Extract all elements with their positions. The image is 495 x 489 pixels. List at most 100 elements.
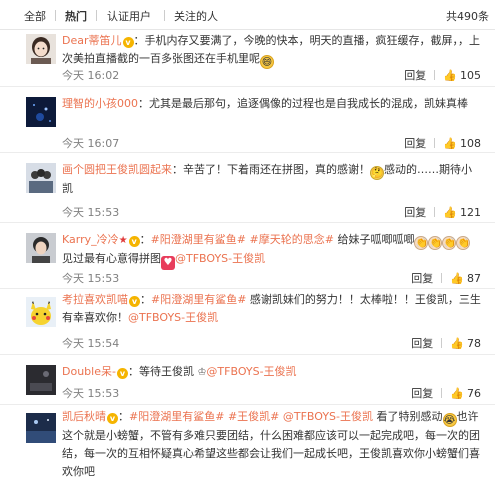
clap-emoji-icon: 👏 — [428, 236, 443, 250]
username-link[interactable]: 理智的小孩000 — [62, 97, 138, 110]
avatar-boy-icon[interactable] — [26, 233, 56, 263]
avatar-pikachu-icon[interactable] — [26, 297, 56, 327]
topic-link[interactable]: #王俊凯# — [228, 410, 279, 423]
reply-button[interactable]: 回复 — [411, 337, 433, 350]
thumbs-up-icon: 👍 — [450, 272, 464, 285]
username-link[interactable]: Double呆- — [62, 365, 116, 378]
avatar-dark-icon[interactable] — [26, 365, 56, 395]
clap-emoji-icon: 👏 — [456, 236, 471, 250]
reply-button[interactable]: 回复 — [411, 272, 433, 285]
comment-text: Double呆-v ：等待王俊凯 ♔@TFBOYS-王俊凯 — [62, 363, 481, 382]
vip-badge-icon: v — [107, 413, 118, 424]
vip-badge-icon: v — [128, 236, 140, 247]
comment-tabs: 全部 热门 认证用户 关注的人 共490条 — [0, 0, 495, 30]
laugh-emoji-icon: 😄 — [260, 55, 274, 69]
thumbs-up-icon: 👍 — [450, 387, 464, 400]
username-link[interactable]: 画个圆把王俊凯圆起来 — [62, 163, 172, 176]
comment-content: ： — [139, 233, 151, 246]
topic-link[interactable]: #阳澄湖里有鲨鱼# — [129, 410, 224, 423]
comment-text: 画个圆把王俊凯圆起来：辛苦了！下着雨还在拼图，真的感谢！🤔感动的……期待小凯 — [62, 161, 481, 198]
avatar-group-icon[interactable] — [26, 163, 56, 193]
crying-emoji-icon: 😭 — [442, 413, 457, 427]
tab-divider — [96, 10, 97, 21]
comment-actions: 回复 👍 108 — [404, 135, 481, 151]
comment-content: ：辛苦了！下着雨还在拼图，真的感谢！ — [172, 163, 370, 176]
thumbs-up-icon: 👍 — [443, 137, 457, 150]
star-badge-icon: ★ — [118, 235, 128, 246]
comment-content: ：等待王俊凯 — [127, 365, 198, 378]
reply-button[interactable]: 回复 — [404, 137, 426, 150]
vip-badge-icon: v — [122, 37, 134, 48]
comment-actions: 回复 👍 78 — [411, 335, 481, 351]
thumbs-up-icon: 👍 — [443, 206, 457, 219]
comment-actions: 回复 👍 76 — [411, 385, 481, 401]
like-button[interactable]: 👍 108 — [443, 137, 481, 150]
username-link[interactable]: Dear蒂笛儿 — [62, 34, 122, 47]
total-count: 共490条 — [446, 10, 489, 23]
topic-link[interactable]: #阳澄湖里有鲨鱼# — [151, 293, 246, 306]
comment-item: 画个圆把王俊凯圆起来：辛苦了！下着雨还在拼图，真的感谢！🤔感动的……期待小凯 今… — [0, 153, 495, 223]
topic-link[interactable]: #阳澄湖里有鲨鱼# — [151, 233, 246, 246]
action-divider — [441, 338, 443, 348]
tab-following[interactable]: 关注的人 — [174, 8, 218, 24]
comment-time: 今天 16:02 — [62, 69, 120, 82]
tab-verified-users[interactable]: 认证用户 — [107, 8, 151, 24]
comment-item: 考拉喜欢凯喵 v ：#阳澄湖里有鲨鱼# 感谢凯妹们的努力！！太棒啦！！王俊凯，三生有… — [0, 289, 495, 355]
comment-text: 考拉喜欢凯喵 v ：#阳澄湖里有鲨鱼# 感谢凯妹们的努力！！太棒啦！！王俊凯，三生有… — [62, 291, 481, 327]
clap-emoji-icon: 👏 — [414, 236, 429, 250]
comment-item: Karry_冷冷★ v ：#阳澄湖里有鲨鱼# #摩天轮的思念# 给妹子呱唧呱唧👏 👏 👏… — [0, 223, 495, 289]
reply-button[interactable]: 回复 — [411, 387, 433, 400]
action-divider — [434, 70, 436, 80]
tab-all[interactable]: 全部 — [24, 8, 46, 24]
like-button[interactable]: 👍 76 — [450, 387, 481, 400]
tab-hot[interactable]: 热门 — [65, 8, 87, 24]
action-divider — [434, 207, 436, 217]
vip-badge-icon: v — [129, 296, 140, 307]
mention-link[interactable]: @TFBOYS-王俊凯 — [283, 410, 373, 423]
comment-item: Double呆-v ：等待王俊凯 ♔@TFBOYS-王俊凯 今天 15:53 回复… — [0, 355, 495, 405]
comment-text: Dear蒂笛儿 v ：手机内存又要满了，今晚的快本，明天的直播，疯狂缓存，截屏，，上… — [62, 32, 481, 69]
comment-content: ： — [140, 293, 151, 306]
avatar-night-icon[interactable] — [26, 97, 56, 127]
mention-link[interactable]: @TFBOYS-王俊凯 — [175, 252, 265, 265]
mention-link[interactable]: @TFBOYS-王俊凯 — [206, 365, 296, 378]
comment-item: Dear蒂笛儿 v ：手机内存又要满了，今晚的快本，明天的直播，疯狂缓存，截屏，，上… — [0, 30, 495, 87]
like-button[interactable]: 👍 78 — [450, 337, 481, 350]
like-button[interactable]: 👍 105 — [443, 69, 481, 82]
comment-time: 今天 15:53 — [62, 272, 120, 285]
like-button[interactable]: 👍 87 — [450, 272, 481, 285]
reply-button[interactable]: 回复 — [404, 69, 426, 82]
action-divider — [434, 138, 436, 148]
avatar-girl-icon[interactable] — [26, 34, 56, 64]
comment-item: 理智的小孩000：尤其是最后那句，追逐偶像的过程也是自我成长的混成，凯妹真棒 今… — [0, 87, 495, 153]
thumbs-up-icon: 👍 — [443, 69, 457, 82]
thinking-emoji-icon: 🤔 — [370, 166, 384, 180]
vip-badge-icon: v — [116, 368, 128, 379]
comment-text: Karry_冷冷★ v ：#阳澄湖里有鲨鱼# #摩天轮的思念# 给妹子呱唧呱唧👏 👏 👏… — [62, 231, 481, 270]
thumbs-up-icon: 👍 — [450, 337, 464, 350]
avatar-sky-icon[interactable] — [26, 413, 56, 443]
comment-content: ： — [118, 410, 129, 423]
username-link[interactable]: Karry_冷冷 — [62, 233, 119, 246]
comment-content: 看了特别感动 — [373, 410, 443, 423]
topic-link[interactable]: #摩天轮的思念# — [250, 233, 334, 246]
comment-time: 今天 15:53 — [62, 206, 120, 219]
action-divider — [441, 388, 443, 398]
username-link[interactable]: 考拉喜欢凯喵 — [62, 293, 128, 306]
comment-text: 理智的小孩000：尤其是最后那句，追逐偶像的过程也是自我成长的混成，凯妹真棒 — [62, 95, 481, 113]
mention-link[interactable]: @TFBOYS-王俊凯 — [128, 311, 218, 324]
username-link[interactable]: 凯后秋晴 — [62, 410, 106, 423]
clap-emoji-icon: 👏 — [442, 236, 457, 250]
comment-time: 今天 16:07 — [62, 137, 120, 150]
comment-time: 今天 15:53 — [62, 387, 120, 400]
heart-emoji-icon: ♥ — [161, 256, 175, 270]
like-button[interactable]: 👍 121 — [443, 206, 481, 219]
comment-time: 今天 15:54 — [62, 337, 120, 350]
reply-button[interactable]: 回复 — [404, 206, 426, 219]
comment-actions: 回复 👍 105 — [404, 67, 481, 83]
comment-text: 凯后秋晴 v ：#阳澄湖里有鲨鱼# #王俊凯# @TFBOYS-王俊凯 看了特别感动… — [62, 408, 481, 481]
comment-content: ：尤其是最后那句，追逐偶像的过程也是自我成长的混成，凯妹真棒 — [138, 97, 468, 110]
comment-actions: 回复 👍 121 — [404, 204, 481, 220]
tab-divider — [164, 10, 165, 21]
tab-divider — [55, 10, 56, 21]
